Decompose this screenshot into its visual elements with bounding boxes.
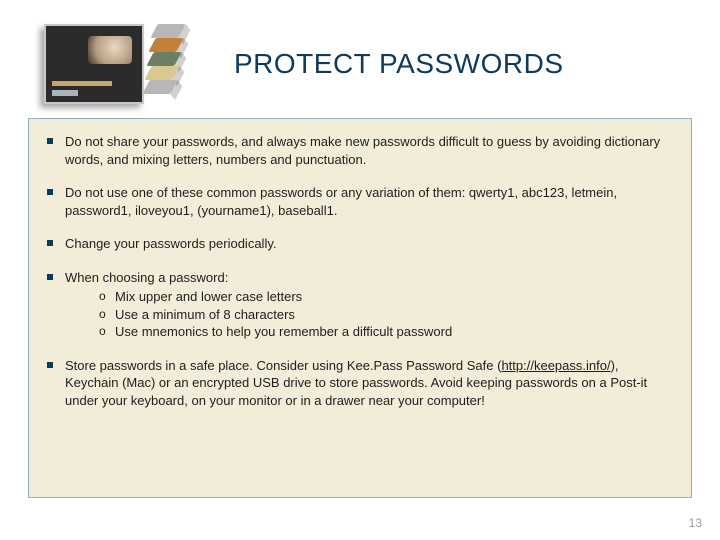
bullet-item: Store passwords in a safe place. Conside…: [47, 357, 673, 410]
keepass-link[interactable]: http://keepass.info/: [501, 358, 610, 373]
bullet-item: Change your passwords periodically.: [47, 235, 673, 253]
bullet-item: Do not share your passwords, and always …: [47, 133, 673, 168]
slide-header: PROTECT PASSWORDS: [0, 0, 720, 116]
sub-bullet-item: Use a minimum of 8 characters: [99, 306, 673, 324]
stacked-cubes-icon: [146, 24, 190, 104]
bullet-item: Do not use one of these common passwords…: [47, 184, 673, 219]
sub-bullet-item: Use mnemonics to help you remember a dif…: [99, 323, 673, 341]
content-panel: Do not share your passwords, and always …: [28, 118, 692, 498]
bullet-item: When choosing a password: Mix upper and …: [47, 269, 673, 341]
sub-bullet-item: Mix upper and lower case letters: [99, 288, 673, 306]
bullet-list: Do not share your passwords, and always …: [47, 133, 673, 410]
password-photo: [44, 24, 144, 104]
bullet-lead: When choosing a password:: [65, 270, 228, 285]
page-title: PROTECT PASSWORDS: [234, 48, 564, 80]
page-number: 13: [689, 516, 702, 530]
bullet-text-pre: Store passwords in a safe place. Conside…: [65, 358, 501, 373]
sub-bullet-list: Mix upper and lower case letters Use a m…: [99, 288, 673, 341]
